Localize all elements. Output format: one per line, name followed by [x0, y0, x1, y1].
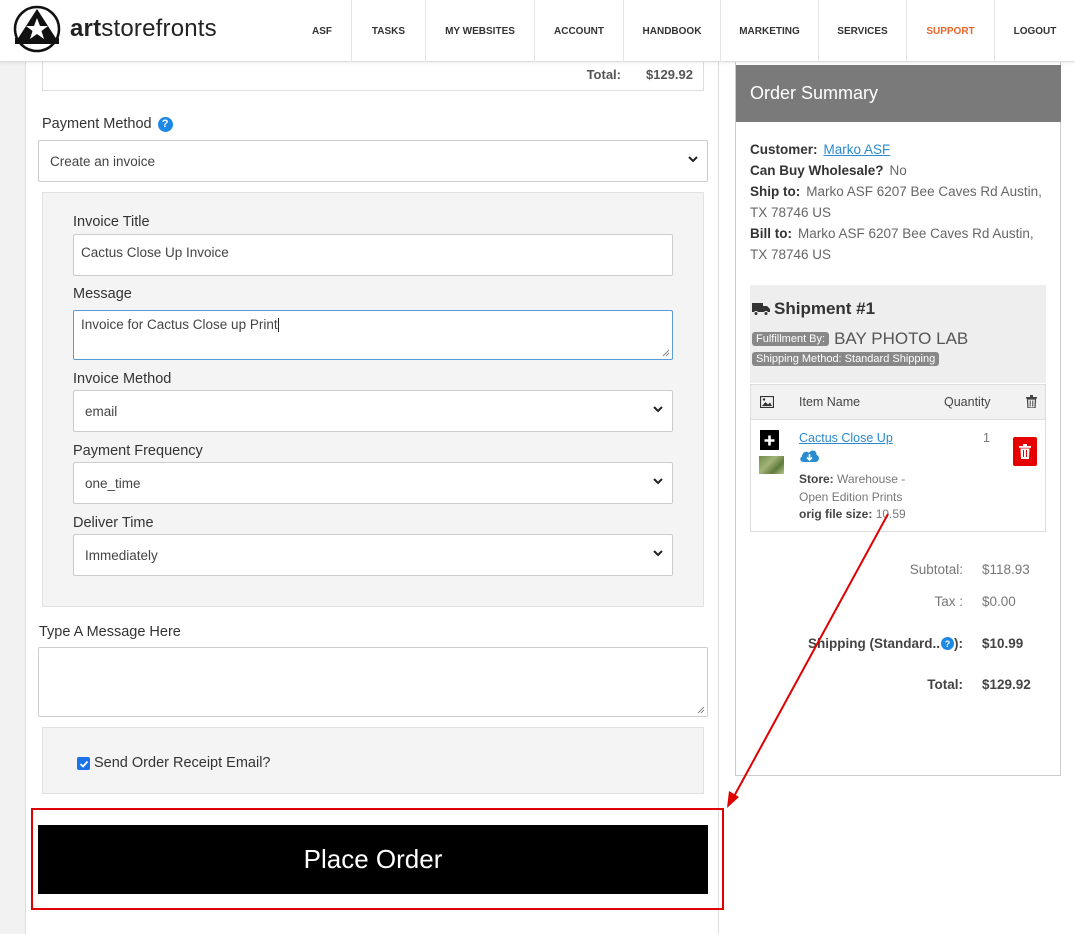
shipment-title: Shipment #1 — [752, 299, 875, 319]
payment-frequency-label: Payment Frequency — [73, 443, 203, 459]
nav-asf[interactable]: ASF — [293, 0, 351, 62]
fulfillment-value: BAY PHOTO LAB — [834, 329, 969, 348]
invoice-message-text: Invoice for Cactus Close up Print — [81, 317, 278, 332]
image-icon — [760, 396, 774, 408]
tax-value: $0.00 — [982, 594, 1016, 609]
order-summary-panel: Order Summary Customer: Marko ASF Can Buy… — [735, 62, 1061, 776]
cart-total-label: Total: — [586, 67, 621, 82]
nav-account[interactable]: ACCOUNT — [534, 0, 623, 62]
item-store: Store: Warehouse - Open Edition Prints — [799, 472, 906, 504]
col-item-name: Item Name — [799, 395, 861, 409]
ship-to-row: Ship to: Marko ASF 6207 Bee Caves Rd Aust… — [750, 184, 1042, 220]
deliver-time-select[interactable]: Immediately — [73, 534, 673, 576]
chevron-down-icon — [653, 406, 663, 413]
invoice-title-label: Invoice Title — [73, 214, 150, 230]
bill-to-row: Bill to: Marko ASF 6207 Bee Caves Rd Aust… — [750, 226, 1034, 262]
check-icon — [79, 760, 88, 768]
invoice-title-input[interactable]: Cactus Close Up Invoice — [73, 234, 673, 276]
resize-handle-icon[interactable] — [662, 349, 670, 357]
invoice-method-label: Invoice Method — [73, 371, 172, 387]
payment-method-select[interactable]: Create an invoice — [38, 140, 708, 182]
nav-services[interactable]: SERVICES — [818, 0, 906, 62]
truck-icon — [752, 303, 770, 316]
cloud-download-icon[interactable] — [799, 448, 820, 463]
summary-total-label: Total: — [927, 677, 963, 692]
nav-logout[interactable]: LOGOUT — [994, 0, 1075, 62]
type-message-label: Type A Message Here — [39, 624, 181, 640]
invoice-method-value: email — [85, 403, 118, 419]
payment-frequency-value: one_time — [85, 475, 141, 491]
payment-frequency-select[interactable]: one_time — [73, 462, 673, 504]
trash-icon[interactable] — [1026, 395, 1037, 408]
nav-tasks[interactable]: TASKS — [351, 0, 425, 62]
nav-support[interactable]: SUPPORT — [906, 0, 994, 62]
brand-logo[interactable]: artstorefronts — [12, 4, 217, 54]
send-receipt-label: Send Order Receipt Email? — [94, 755, 271, 771]
item-name-link[interactable]: Cactus Close Up — [799, 431, 893, 445]
place-order-button[interactable]: Place Order — [38, 825, 708, 894]
items-table: Item Name Quantity Cactus Close Up Store… — [750, 384, 1046, 532]
customer-row: Customer: Marko ASF — [750, 142, 891, 157]
main-nav: ASF TASKS MY WEBSITES ACCOUNT HANDBOOK M… — [293, 0, 1075, 62]
trash-icon — [1019, 444, 1031, 459]
logo-icon — [13, 5, 61, 53]
col-quantity: Quantity — [944, 395, 991, 409]
resize-handle-icon[interactable] — [697, 706, 705, 714]
nav-marketing[interactable]: MARKETING — [720, 0, 818, 62]
wholesale-row: Can Buy Wholesale? No — [750, 163, 907, 178]
invoice-panel: Invoice Title Cactus Close Up Invoice Me… — [42, 192, 704, 607]
nav-handbook[interactable]: HANDBOOK — [623, 0, 720, 62]
shipping-label: Shipping (Standard..?): — [808, 636, 963, 651]
delete-item-button[interactable] — [1013, 437, 1037, 466]
tax-label: Tax : — [934, 594, 963, 609]
payment-method-value: Create an invoice — [50, 153, 156, 169]
help-icon[interactable]: ? — [941, 637, 954, 650]
invoice-method-select[interactable]: email — [73, 390, 673, 432]
receipt-panel: Send Order Receipt Email? — [42, 727, 704, 794]
expand-item-icon[interactable] — [760, 430, 779, 450]
cart-total-value: $129.92 — [646, 67, 693, 82]
shipment-box: Shipment #1 Fulfillment By: BAY PHOTO LA… — [750, 285, 1046, 383]
customer-link[interactable]: Marko ASF — [824, 142, 891, 157]
logo-wordmark: artstorefronts — [70, 15, 217, 42]
chevron-down-icon — [688, 156, 698, 163]
shipping-value: $10.99 — [982, 636, 1024, 651]
fulfillment-badge: Fulfillment By: — [752, 332, 830, 346]
item-file-size: orig file size: 10.59 — [799, 507, 906, 521]
subtotal-value: $118.93 — [982, 562, 1030, 577]
order-summary-title: Order Summary — [736, 65, 1061, 122]
chevron-down-icon — [653, 478, 663, 485]
items-table-header: Item Name Quantity — [751, 385, 1045, 420]
item-quantity: 1 — [983, 431, 990, 445]
summary-total-value: $129.92 — [982, 677, 1031, 692]
help-icon[interactable]: ? — [157, 116, 173, 132]
payment-method-label: Payment Method? — [42, 116, 173, 132]
top-navbar: artstorefronts ASF TASKS MY WEBSITES ACC… — [0, 0, 1075, 62]
message-label: Message — [73, 286, 132, 302]
send-receipt-checkbox[interactable] — [77, 757, 90, 770]
order-message-textarea[interactable] — [38, 647, 708, 717]
column-divider — [718, 62, 719, 934]
nav-my-websites[interactable]: MY WEBSITES — [425, 0, 534, 62]
left-gutter — [0, 62, 26, 934]
deliver-time-value: Immediately — [85, 547, 158, 563]
item-thumbnail[interactable] — [759, 456, 784, 474]
cart-total-row: Total: $129.92 — [42, 62, 704, 91]
subtotal-label: Subtotal: — [909, 562, 963, 577]
deliver-time-label: Deliver Time — [73, 515, 154, 531]
shipping-method-badge: Shipping Method: Standard Shipping — [752, 352, 940, 366]
chevron-down-icon — [653, 550, 663, 557]
invoice-message-textarea[interactable]: Invoice for Cactus Close up Print — [73, 310, 673, 360]
